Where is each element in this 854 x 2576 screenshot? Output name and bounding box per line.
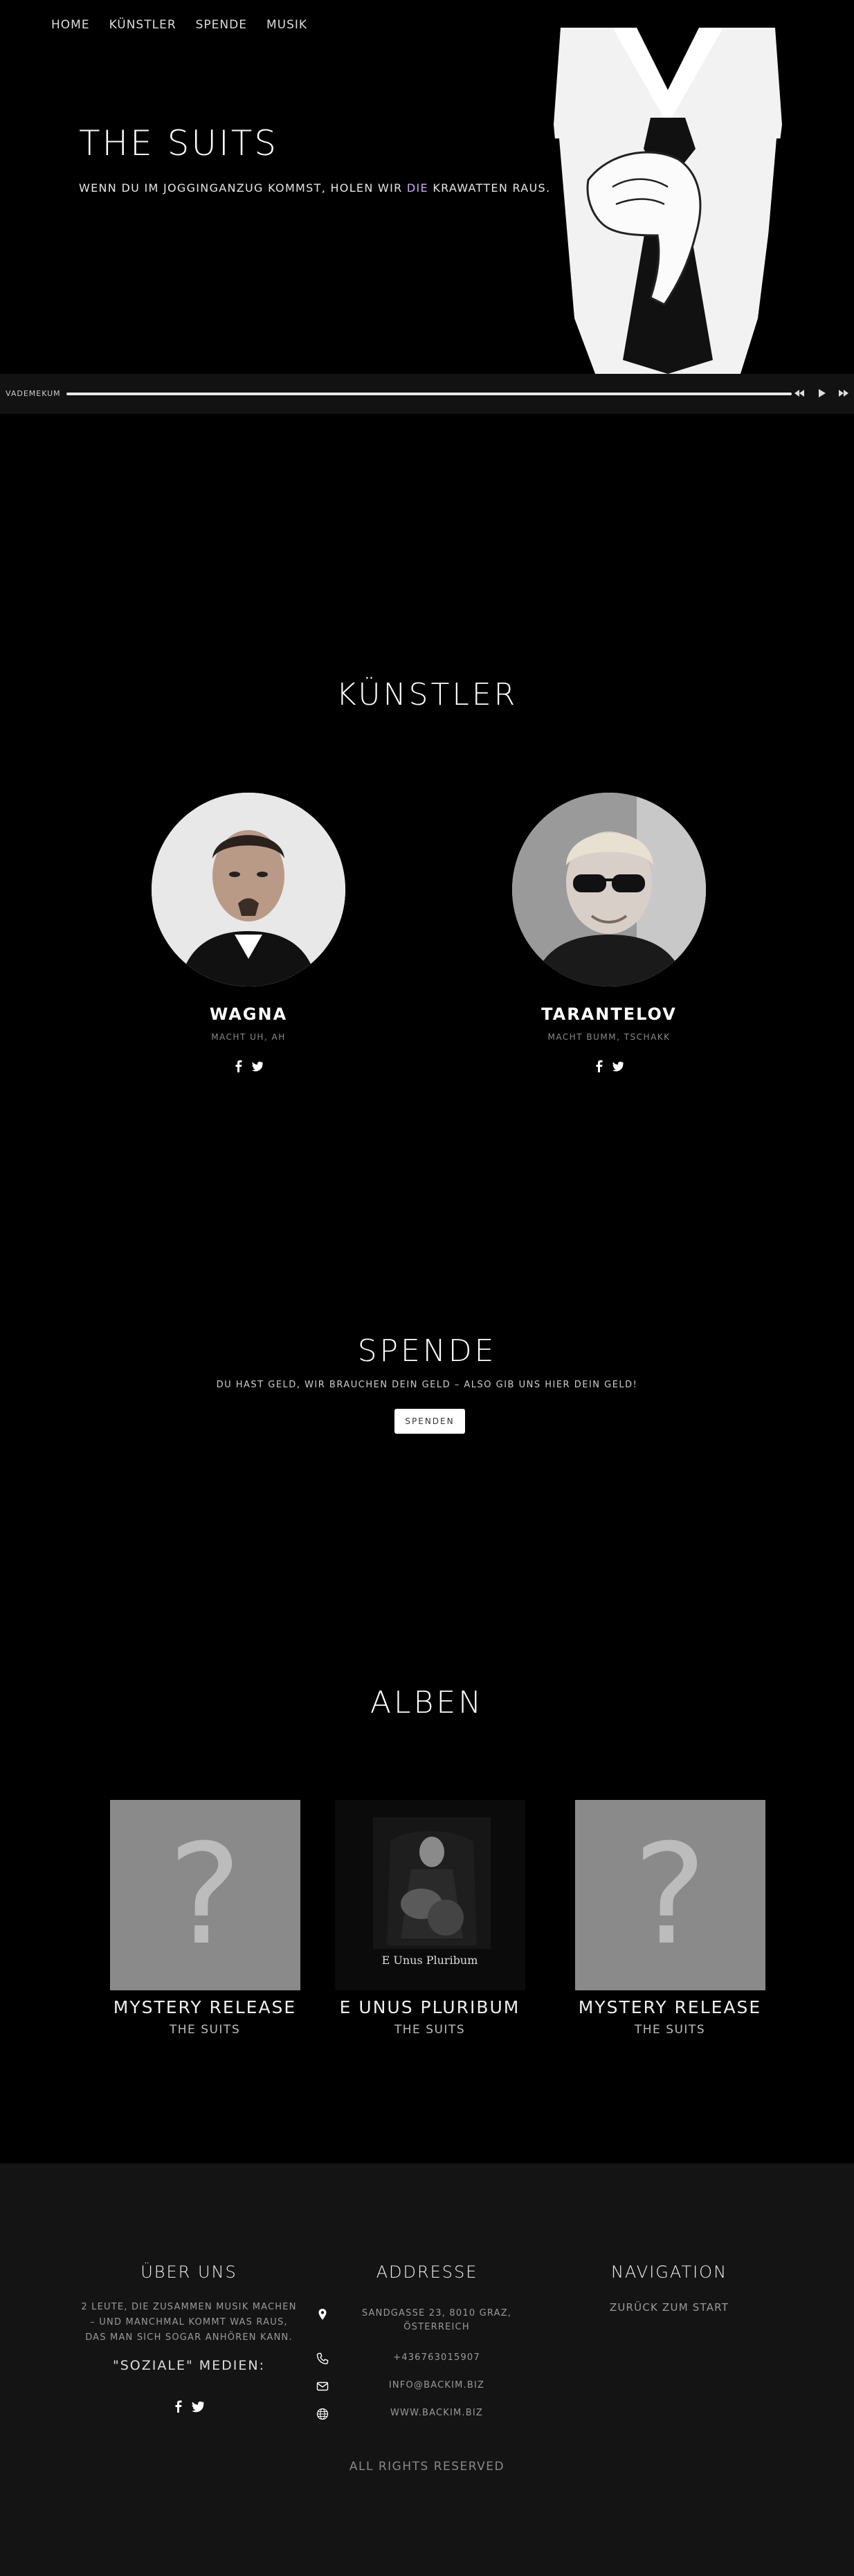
album-artist: THE SUITS: [169, 2023, 241, 2037]
artist-desc: MACHT UH, AH: [211, 1032, 286, 1042]
facebook-icon[interactable]: [173, 2399, 183, 2416]
nav-home[interactable]: HOME: [51, 18, 90, 32]
album-cover: E Unus Pluribum: [334, 1800, 525, 1990]
album-card[interactable]: ? MYSTERY RELEASE THE SUITS: [94, 1800, 316, 2037]
address-web[interactable]: WWW.BACKIM.BIZ: [340, 2406, 534, 2420]
footer: ÜBER UNS 2 LEUTE, DIE ZUSAMMEN MUSIK MAC…: [0, 2163, 854, 2576]
audio-player: VADEMEKUM: [0, 374, 854, 414]
copyright-text: ALL RIGHTS RESERVED: [349, 2460, 505, 2474]
album-title: MYSTERY RELEASE: [578, 1997, 762, 2017]
next-icon[interactable]: [837, 387, 850, 399]
donate-button[interactable]: SPENDEN: [394, 1409, 465, 1434]
subtitle-text: WENN DU IM JOGGINGANZUG KOMMST, HOLEN WI…: [79, 181, 407, 195]
question-mark-icon: ?: [167, 1814, 242, 1976]
donate-title: SPENDE: [357, 1333, 497, 1369]
nav-spende[interactable]: SPENDE: [196, 18, 247, 32]
artist-social: [138, 1060, 359, 1075]
top-navigation: HOME KÜNSTLER SPENDE MUSIK: [51, 18, 307, 32]
twitter-icon[interactable]: [251, 1060, 264, 1075]
address-email[interactable]: INFO@BACKIM.BIZ: [340, 2379, 534, 2393]
navigation-title: NAVIGATION: [610, 2262, 728, 2282]
email-row: INFO@BACKIM.BIZ: [316, 2379, 538, 2395]
web-row: WWW.BACKIM.BIZ: [316, 2406, 538, 2423]
albums-title: ALBEN: [370, 1685, 484, 1720]
back-to-start-link[interactable]: ZURÜCK ZUM START: [610, 2301, 729, 2314]
about-text: 2 LEUTE, DIE ZUSAMMEN MUSIK MACHEN – UND…: [81, 2302, 297, 2343]
hero-subtitle: WENN DU IM JOGGINGANZUG KOMMST, HOLEN WI…: [79, 181, 550, 195]
album-cover-caption: E Unus Pluribum: [381, 1954, 478, 1967]
play-icon[interactable]: [815, 387, 828, 399]
album-card[interactable]: ? MYSTERY RELEASE THE SUITS: [559, 1800, 781, 2037]
artist-name: TARANTELOV: [541, 1005, 677, 1024]
artist-photo: [512, 793, 706, 987]
footer-social: [78, 2399, 300, 2416]
subtitle-text-end: KRAWATTEN RAUS.: [428, 181, 551, 195]
player-controls: [793, 387, 850, 399]
artists-title: KÜNSTLER: [336, 677, 518, 712]
album-artist: THE SUITS: [634, 2023, 706, 2037]
artist-desc: MACHT BUMM, TSCHAKK: [547, 1032, 671, 1042]
globe-icon: [316, 2408, 329, 2420]
footer-address: ADDRESSE SANDGASSE 23, 8010 GRAZ, ÖSTERR…: [316, 2262, 538, 2420]
address-title: ADDRESSE: [376, 2262, 478, 2282]
facebook-icon[interactable]: [233, 1060, 243, 1075]
question-mark-icon: ?: [633, 1814, 707, 1976]
nav-kuenstler[interactable]: KÜNSTLER: [109, 18, 176, 32]
artist-name: WAGNA: [209, 1005, 288, 1024]
footer-navigation: NAVIGATION ZURÜCK ZUM START: [558, 2262, 780, 2315]
hero-section: THE SUITS WENN DU IM JOGGINGANZUG KOMMST…: [0, 0, 854, 374]
player-track-title: VADEMEKUM: [6, 389, 61, 398]
footer-about: ÜBER UNS 2 LEUTE, DIE ZUSAMMEN MUSIK MAC…: [78, 2262, 300, 2416]
prev-icon[interactable]: [793, 387, 806, 399]
social-label: "SOZIALE" MEDIEN:: [113, 2358, 265, 2373]
player-progress-bar[interactable]: [66, 393, 792, 395]
artist-card: TARANTELOV MACHT BUMM, TSCHAKK: [498, 793, 720, 1075]
album-card[interactable]: E Unus Pluribum E UNUS PLURIBUM THE SUIT…: [319, 1800, 540, 2037]
facebook-icon[interactable]: [594, 1060, 603, 1075]
address-street: SANDGASSE 23, 8010 GRAZ, ÖSTERREICH: [361, 2308, 512, 2332]
album-cover: ?: [109, 1800, 300, 1990]
address-row: SANDGASSE 23, 8010 GRAZ, ÖSTERREICH: [316, 2307, 538, 2340]
twitter-icon[interactable]: [191, 2399, 205, 2416]
player-progress-fill: [66, 393, 792, 395]
phone-icon: [316, 2352, 329, 2365]
subtitle-accent: DIE: [406, 181, 428, 195]
hero-title: THE SUITS: [79, 123, 278, 163]
location-pin-icon: [316, 2308, 329, 2321]
album-cover: ?: [574, 1800, 765, 1990]
about-title: ÜBER UNS: [140, 2262, 237, 2282]
address-phone: +436763015907: [393, 2352, 480, 2363]
artist-photo: [152, 793, 345, 987]
mail-icon: [316, 2380, 329, 2393]
album-title: E UNUS PLURIBUM: [339, 1997, 520, 2017]
artist-social: [498, 1060, 720, 1075]
album-title: MYSTERY RELEASE: [113, 1997, 297, 2017]
artist-card: WAGNA MACHT UH, AH: [138, 793, 359, 1075]
donate-text: DU HAST GELD, WIR BRAUCHEN DEIN GELD – A…: [216, 1380, 638, 1390]
nav-musik[interactable]: MUSIK: [266, 18, 307, 32]
twitter-icon[interactable]: [612, 1060, 624, 1075]
album-artist: THE SUITS: [394, 2023, 466, 2037]
suit-illustration: [547, 28, 789, 374]
phone-row: +436763015907: [316, 2351, 538, 2368]
